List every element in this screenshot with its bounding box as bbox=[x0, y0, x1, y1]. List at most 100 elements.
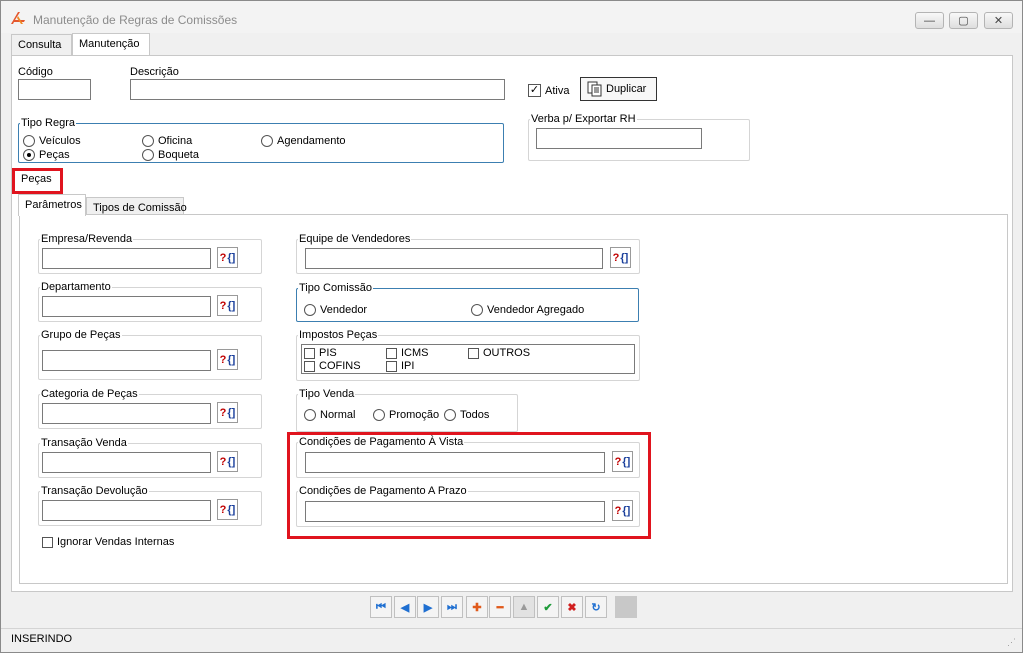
transacao-devolucao-input[interactable] bbox=[42, 500, 211, 521]
resize-grip-icon[interactable]: ⋰ bbox=[1007, 637, 1016, 648]
departamento-group: Departamento ?{] bbox=[38, 281, 262, 322]
radio-vendedor-agregado[interactable]: Vendedor Agregado bbox=[471, 304, 584, 316]
tab-manutencao[interactable]: Manutenção bbox=[72, 33, 150, 55]
edit-button[interactable]: ▲ bbox=[513, 596, 535, 618]
insert-button[interactable]: ✚ bbox=[466, 596, 488, 618]
departamento-lookup-button[interactable]: ?{] bbox=[217, 295, 238, 316]
checkbox-checked-icon: ✓ bbox=[528, 84, 541, 97]
checkbox-pis[interactable]: PIS bbox=[304, 347, 337, 359]
ativa-label: Ativa bbox=[545, 84, 570, 97]
departamento-input[interactable] bbox=[42, 296, 211, 317]
radio-label: Promoção bbox=[389, 409, 440, 421]
impostos-title: Impostos Peças bbox=[298, 329, 379, 341]
tipo-venda-title: Tipo Venda bbox=[298, 388, 356, 400]
highlight-box-pecas bbox=[12, 168, 63, 194]
empresa-lookup-button[interactable]: ?{] bbox=[217, 247, 238, 268]
radio-veiculos[interactable]: Veículos bbox=[23, 135, 81, 147]
categoria-lookup-button[interactable]: ?{] bbox=[217, 402, 238, 423]
radio-promocao[interactable]: Promoção bbox=[373, 409, 439, 421]
delete-button[interactable]: ━ bbox=[489, 596, 511, 618]
radio-normal[interactable]: Normal bbox=[304, 409, 355, 421]
descricao-input[interactable] bbox=[130, 79, 505, 100]
radio-todos[interactable]: Todos bbox=[444, 409, 489, 421]
equipe-label: Equipe de Vendedores bbox=[298, 233, 412, 245]
lookup-icon: ? bbox=[219, 299, 227, 312]
lookup-icon: {] bbox=[227, 353, 236, 366]
impostos-box: PIS ICMS OUTROS COFINS IPI bbox=[301, 344, 635, 374]
next-icon: ▶ bbox=[423, 601, 433, 614]
lookup-icon: ? bbox=[219, 251, 227, 264]
ignorar-vendas-checkbox[interactable]: Ignorar Vendas Internas bbox=[42, 536, 174, 548]
radio-boqueta[interactable]: Boqueta bbox=[142, 149, 199, 161]
transacao-devolucao-lookup-button[interactable]: ?{] bbox=[217, 499, 238, 520]
maximize-button[interactable]: ▢ bbox=[949, 12, 978, 29]
prev-icon: ◀ bbox=[400, 601, 410, 614]
empresa-input[interactable] bbox=[42, 248, 211, 269]
equipe-lookup-button[interactable]: ?{] bbox=[610, 247, 631, 268]
checkbox-icon bbox=[386, 347, 397, 359]
codigo-input[interactable] bbox=[18, 79, 91, 100]
verba-title: Verba p/ Exportar RH bbox=[530, 113, 637, 125]
post-button[interactable]: ✔ bbox=[537, 596, 559, 618]
highlight-box-condicoes bbox=[287, 432, 651, 539]
categoria-input[interactable] bbox=[42, 403, 211, 424]
radio-pecas[interactable]: Peças bbox=[23, 149, 70, 161]
radio-label: Veículos bbox=[39, 135, 81, 147]
empresa-group: Empresa/Revenda ?{] bbox=[38, 233, 262, 274]
checkbox-icms[interactable]: ICMS bbox=[386, 347, 429, 359]
radio-label: Peças bbox=[39, 149, 70, 161]
tab-label: Consulta bbox=[18, 39, 62, 51]
title-bar: Manutenção de Regras de Comissões — ▢ ✕ bbox=[1, 1, 1022, 33]
cancel-button[interactable]: ✖ bbox=[561, 596, 583, 618]
prev-record-button[interactable]: ◀ bbox=[394, 596, 416, 618]
radio-agendamento[interactable]: Agendamento bbox=[261, 135, 346, 147]
minimize-button[interactable]: — bbox=[915, 12, 944, 29]
radio-icon bbox=[471, 304, 483, 316]
tab-label: Tipos de Comissão bbox=[93, 202, 187, 214]
checkbox-outros[interactable]: OUTROS bbox=[468, 347, 530, 359]
duplicar-button[interactable]: Duplicar bbox=[580, 77, 657, 101]
transacao-venda-lookup-button[interactable]: ?{] bbox=[217, 451, 238, 472]
refresh-icon: ↻ bbox=[591, 601, 601, 614]
grupo-pecas-input[interactable] bbox=[42, 350, 211, 371]
transacao-venda-input[interactable] bbox=[42, 452, 211, 473]
ativa-checkbox[interactable]: ✓ Ativa bbox=[528, 84, 569, 97]
checkbox-label: PIS bbox=[319, 347, 337, 359]
checkbox-ipi[interactable]: IPI bbox=[386, 360, 414, 372]
radio-label: Vendedor bbox=[320, 304, 368, 316]
last-record-button[interactable]: ⏭ bbox=[441, 596, 463, 618]
checkbox-cofins[interactable]: COFINS bbox=[304, 360, 361, 372]
lookup-icon: {] bbox=[227, 251, 236, 264]
radio-label: Vendedor Agregado bbox=[487, 304, 585, 316]
verba-input[interactable] bbox=[536, 128, 702, 149]
radio-vendedor[interactable]: Vendedor bbox=[304, 304, 367, 316]
transacao-devolucao-label: Transação Devolução bbox=[40, 485, 149, 497]
refresh-button[interactable]: ↻ bbox=[585, 596, 607, 618]
lookup-icon: {] bbox=[227, 503, 236, 516]
plus-icon: ✚ bbox=[472, 601, 482, 614]
verba-group: Verba p/ Exportar RH bbox=[528, 113, 750, 161]
lookup-icon: ? bbox=[219, 406, 227, 419]
equipe-input[interactable] bbox=[305, 248, 603, 269]
radio-oficina[interactable]: Oficina bbox=[142, 135, 192, 147]
duplicar-label: Duplicar bbox=[606, 83, 647, 95]
checkbox-icon bbox=[42, 536, 53, 548]
next-record-button[interactable]: ▶ bbox=[417, 596, 439, 618]
tab-parametros[interactable]: Parâmetros bbox=[18, 194, 86, 216]
transacao-venda-label: Transação Venda bbox=[40, 437, 128, 449]
codigo-label: Código bbox=[18, 66, 53, 78]
radio-icon bbox=[142, 135, 154, 147]
tab-consulta[interactable]: Consulta bbox=[11, 34, 72, 55]
copy-icon bbox=[587, 81, 602, 97]
first-record-button[interactable]: ⏮ bbox=[370, 596, 392, 618]
descricao-label: Descrição bbox=[130, 66, 179, 78]
nav-disabled-button bbox=[615, 596, 637, 618]
checkbox-icon bbox=[304, 360, 315, 372]
close-button[interactable]: ✕ bbox=[984, 12, 1013, 29]
status-text: INSERINDO bbox=[11, 633, 73, 645]
lookup-icon: ? bbox=[219, 353, 227, 366]
last-icon: ⏭ bbox=[447, 600, 457, 613]
maximize-icon: ▢ bbox=[958, 15, 969, 27]
grupo-pecas-lookup-button[interactable]: ?{] bbox=[217, 349, 238, 370]
tipo-comissao-title: Tipo Comissão bbox=[298, 282, 373, 294]
